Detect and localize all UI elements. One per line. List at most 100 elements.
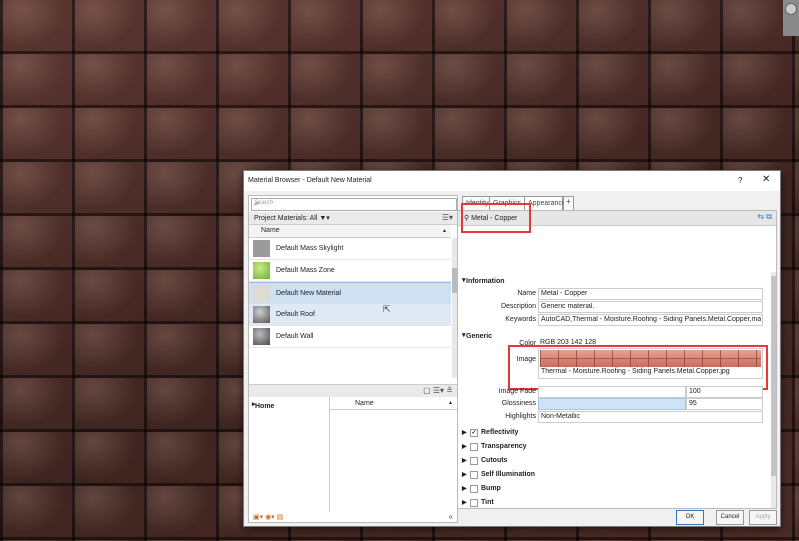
keywords-field[interactable]: AutoCAD,Thermal - Moisture.Roofing - Sid…	[538, 314, 763, 326]
list-item[interactable]: Default Mass Zone	[249, 260, 451, 282]
properties-area: ▾ Information Name Metal - Copper Descri…	[458, 272, 770, 508]
highlights-select[interactable]: Non-Metallic	[538, 411, 763, 423]
collapse-icon[interactable]: «	[449, 512, 453, 521]
description-row: Description Generic material.	[458, 301, 770, 313]
mouse-cursor-icon: ⇱	[383, 304, 391, 314]
dialog-titlebar: Material Browser - Default New Material …	[244, 171, 780, 191]
image-fade-value: 100	[689, 388, 701, 395]
transparency-section[interactable]: ▶ Transparency	[458, 441, 770, 453]
library-home: Home	[255, 403, 275, 410]
viewcube-strip[interactable]	[783, 0, 799, 36]
material-editor-panel: ⚲ Metal - Copper ⇆ ⧉ ▾ Information Name …	[457, 203, 777, 509]
library-column-header[interactable]: Name ▲	[330, 397, 457, 410]
tint-section[interactable]: ▶ Tint	[458, 497, 770, 508]
apply-button[interactable]: Apply	[749, 510, 777, 525]
search-icon[interactable]: ⌕	[254, 199, 454, 209]
cutouts-checkbox[interactable]	[470, 457, 478, 465]
material-browser-dialog: Material Browser - Default New Material …	[243, 170, 781, 527]
material-column-header[interactable]: Name ▲	[249, 225, 451, 238]
information-section-header[interactable]: ▾ Information	[458, 274, 770, 285]
sort-arrow-icon: ▲	[448, 400, 453, 406]
highlights-value: Non-Metallic	[541, 413, 580, 420]
reflectivity-section[interactable]: ▶ ✓ Reflectivity	[458, 427, 770, 439]
add-tab-button[interactable]: +	[563, 196, 574, 210]
self-illumination-label: Self Illumination	[481, 471, 536, 478]
highlight-box-asset	[461, 203, 531, 233]
cutouts-section[interactable]: ▶ Cutouts	[458, 455, 770, 467]
name-value: Metal - Copper	[541, 290, 588, 297]
library-tools-icons[interactable]: ▣▾ ◉▾ ▤	[253, 513, 283, 521]
keywords-row: Keywords AutoCAD,Thermal - Moisture.Roof…	[458, 314, 770, 326]
library-home-item[interactable]: ▸ Home	[252, 400, 274, 410]
cancel-button[interactable]: Cancel	[716, 510, 744, 525]
material-swatch	[253, 240, 270, 257]
project-materials-label: Project Materials: All	[254, 215, 318, 222]
list-item[interactable]: Default Wall	[249, 326, 451, 348]
information-label: ▾ Information	[462, 277, 505, 285]
material-swatch	[253, 328, 270, 345]
scroll-thumb[interactable]	[771, 276, 776, 476]
help-button[interactable]: ?	[738, 176, 742, 185]
self-illumination-section[interactable]: ▶ Self Illumination	[458, 469, 770, 481]
self-illumination-checkbox[interactable]	[470, 471, 478, 479]
bump-checkbox[interactable]	[470, 485, 478, 493]
properties-scrollbar[interactable]	[771, 272, 776, 508]
expand-icon[interactable]: ▶	[462, 457, 467, 464]
viewcube-icon[interactable]	[785, 3, 797, 15]
ok-button[interactable]: OK	[676, 510, 704, 525]
material-name: Default Wall	[276, 333, 314, 340]
name-row: Name Metal - Copper	[458, 288, 770, 300]
image-fade-slider[interactable]	[538, 386, 686, 398]
tint-label: Tint	[481, 499, 494, 506]
close-button[interactable]: ✕	[762, 174, 770, 185]
keywords-label: Keywords	[505, 316, 536, 323]
image-fade-field[interactable]: 100	[686, 386, 763, 398]
highlight-box-image	[508, 345, 768, 390]
asset-actions-icon[interactable]: ⇆ ⧉	[757, 212, 772, 222]
glossiness-label: Glossiness	[501, 400, 536, 407]
reflectivity-label: Reflectivity	[481, 429, 519, 436]
glossiness-value: 95	[689, 400, 697, 407]
material-swatch	[253, 285, 270, 302]
bump-label: Bump	[481, 485, 501, 492]
list-item-selected[interactable]: Default New Material	[249, 282, 451, 305]
description-value: Generic material.	[541, 303, 595, 310]
image-fade-label: Image Fade	[498, 388, 536, 395]
list-item[interactable]: Default Mass Skylight	[249, 238, 451, 260]
expand-icon[interactable]: ▶	[462, 485, 467, 492]
dialog-title: Material Browser - Default New Material	[248, 177, 372, 184]
information-header: Information	[466, 278, 505, 285]
tint-checkbox[interactable]	[470, 499, 478, 507]
glossiness-slider[interactable]	[538, 398, 686, 410]
expand-icon[interactable]: ▶	[462, 499, 467, 506]
expand-icon[interactable]: ▶	[462, 429, 467, 436]
search-input[interactable]: Search ⌕	[251, 198, 457, 211]
transparency-label: Transparency	[481, 443, 527, 450]
library-toolbar: ▢ ☰▾ ≚	[249, 384, 457, 397]
funnel-icon[interactable]: ▼▾	[319, 215, 329, 222]
project-materials-filter[interactable]: Project Materials: All ▼▾	[254, 214, 330, 222]
material-list: Default Mass Skylight Default Mass Zone …	[249, 238, 451, 358]
description-field[interactable]: Generic material.	[538, 301, 763, 313]
sort-arrow-icon: ▲	[442, 228, 447, 234]
material-name: Default Mass Skylight	[276, 245, 344, 252]
reflectivity-checkbox[interactable]: ✓	[470, 429, 478, 437]
view-options-icon[interactable]: ☰▾	[442, 213, 453, 222]
highlights-label: Highlights	[505, 413, 536, 420]
glossiness-field[interactable]: 95	[686, 398, 763, 410]
column-name-label: Name	[261, 227, 280, 234]
bump-section[interactable]: ▶ Bump	[458, 483, 770, 495]
name-field[interactable]: Metal - Copper	[538, 288, 763, 300]
description-label: Description	[500, 303, 536, 310]
material-name: Default Mass Zone	[276, 267, 335, 274]
cutouts-label: Cutouts	[481, 457, 508, 464]
keywords-value: AutoCAD,Thermal - Moisture.Roofing - Sid…	[541, 316, 761, 323]
expand-icon[interactable]: ▶	[462, 471, 467, 478]
tab-appearance-label: Appearance	[528, 200, 566, 207]
expand-icon[interactable]: ▶	[462, 443, 467, 450]
list-item[interactable]: Default Roof	[249, 304, 451, 326]
library-tree: ▸ Home	[249, 397, 330, 512]
material-list-panel: Search ⌕ Project Materials: All ▼▾ ☰▾ Na…	[248, 195, 458, 523]
transparency-checkbox[interactable]	[470, 443, 478, 451]
library-view-icons[interactable]: ▢ ☰▾ ≚	[423, 386, 453, 395]
